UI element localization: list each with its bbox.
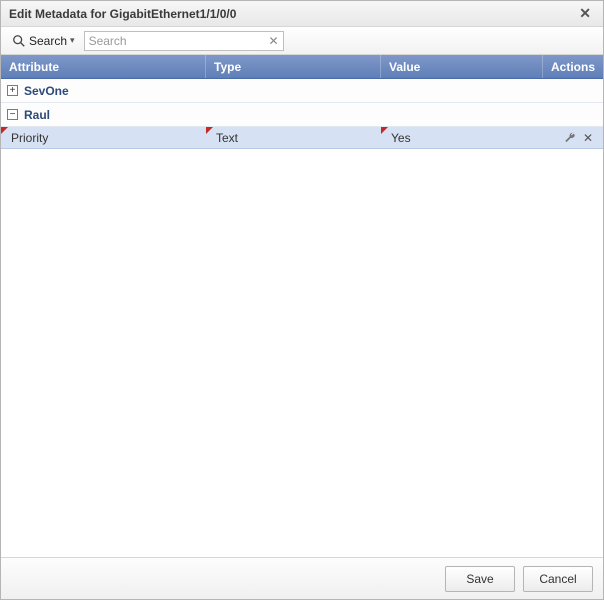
group-row-sevone[interactable]: + SevOne — [1, 79, 603, 103]
dirty-marker-icon — [1, 127, 8, 134]
collapse-icon[interactable]: − — [7, 109, 18, 120]
delete-icon[interactable]: ✕ — [581, 131, 595, 145]
search-dropdown-button[interactable]: Search ▾ — [7, 31, 80, 51]
clear-search-icon[interactable]: ✕ — [267, 34, 281, 48]
dirty-marker-icon — [381, 127, 388, 134]
wrench-icon[interactable] — [563, 131, 577, 145]
column-header-actions: Actions — [543, 55, 603, 78]
dialog-footer: Save Cancel — [1, 557, 603, 599]
cell-actions: ✕ — [543, 127, 603, 148]
dialog-edit-metadata: Edit Metadata for GigabitEthernet1/1/0/0… — [0, 0, 604, 600]
cell-attribute[interactable]: Priority — [1, 127, 206, 148]
expand-icon[interactable]: + — [7, 85, 18, 96]
cell-type[interactable]: Text — [206, 127, 381, 148]
cell-type-text: Text — [216, 131, 238, 145]
toolbar: Search ▾ ✕ — [1, 27, 603, 55]
cancel-button[interactable]: Cancel — [523, 566, 593, 592]
column-header-value[interactable]: Value — [381, 55, 543, 78]
cell-value-text: Yes — [391, 131, 411, 145]
cell-value[interactable]: Yes — [381, 127, 543, 148]
search-icon — [12, 34, 26, 48]
column-header-type[interactable]: Type — [206, 55, 381, 78]
search-field-wrap: ✕ — [84, 31, 284, 51]
chevron-down-icon: ▾ — [70, 35, 75, 46]
column-header-attribute[interactable]: Attribute — [1, 55, 206, 78]
dirty-marker-icon — [206, 127, 213, 134]
titlebar: Edit Metadata for GigabitEthernet1/1/0/0… — [1, 1, 603, 27]
save-button[interactable]: Save — [445, 566, 515, 592]
close-icon[interactable]: ✕ — [575, 5, 595, 22]
group-label: Raul — [24, 108, 50, 122]
group-row-raul[interactable]: − Raul — [1, 103, 603, 127]
search-input[interactable] — [84, 31, 284, 51]
dialog-title: Edit Metadata for GigabitEthernet1/1/0/0 — [9, 7, 236, 21]
grid-header: Attribute Type Value Actions — [1, 55, 603, 79]
search-button-label: Search — [29, 34, 67, 48]
table-row[interactable]: Priority Text Yes ✕ — [1, 127, 603, 149]
group-label: SevOne — [24, 84, 69, 98]
cell-attribute-text: Priority — [11, 131, 48, 145]
grid-body: + SevOne − Raul Priority Text Yes — [1, 79, 603, 557]
